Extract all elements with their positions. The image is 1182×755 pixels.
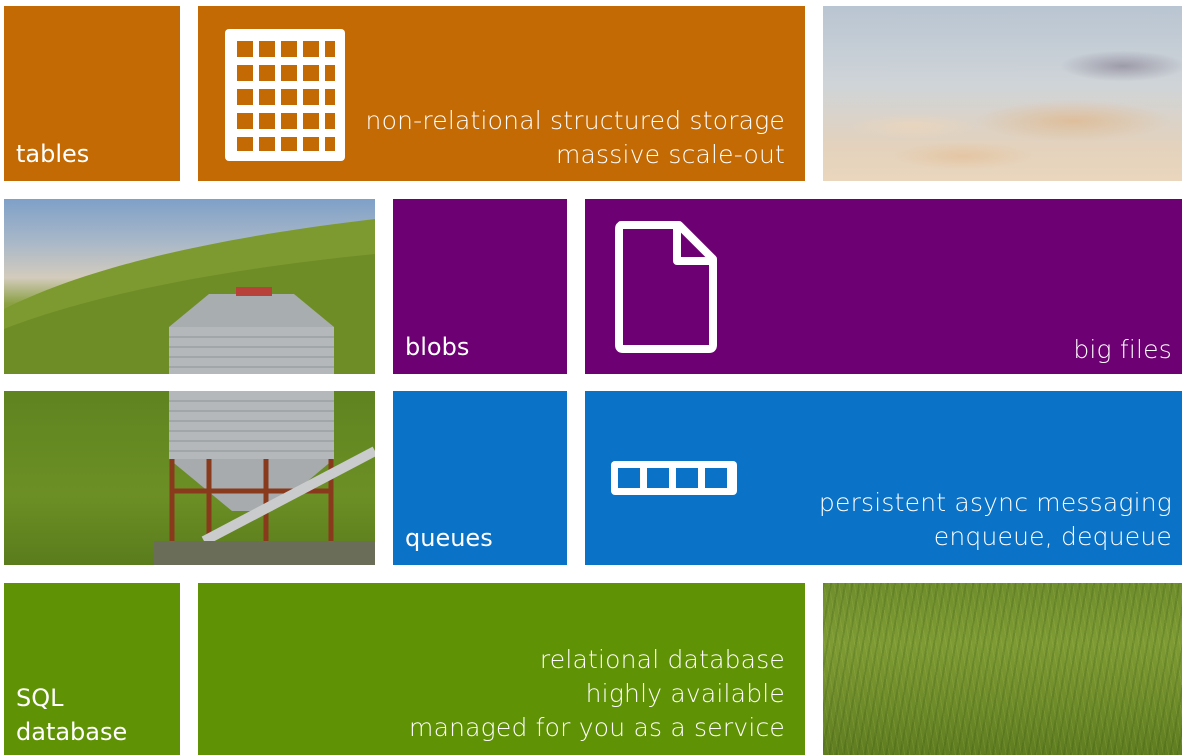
sql-desc-line-1: relational database <box>539 645 785 674</box>
queues-desc-line-2: enqueue, dequeue <box>933 522 1172 551</box>
blobs-label: blobs <box>405 333 470 361</box>
sql-label-line-2: database <box>16 718 128 746</box>
tables-label: tables <box>16 140 90 168</box>
queue-icon <box>609 459 739 501</box>
tables-description: non-relational structured storage massiv… <box>366 104 785 172</box>
sql-desc-line-2: highly available <box>585 679 785 708</box>
queues-label: queues <box>405 524 493 552</box>
sql-label-line-1: SQL <box>16 684 64 712</box>
sql-database-label: SQL database <box>16 681 127 749</box>
queues-desc-line-1: persistent async messaging <box>818 488 1172 517</box>
queues-tile[interactable]: queues <box>393 391 567 565</box>
tables-desc-line-2: massive scale-out <box>555 140 785 169</box>
table-grid-icon <box>222 26 348 168</box>
blobs-description: big files <box>1073 333 1172 367</box>
blobs-desc-line-1: big files <box>1073 335 1172 364</box>
sky-photo <box>823 6 1182 181</box>
silo-photo-top <box>4 199 375 374</box>
queues-detail-tile[interactable]: persistent async messaging enqueue, dequ… <box>585 391 1182 565</box>
file-icon <box>613 221 719 357</box>
grass-photo <box>823 583 1182 755</box>
queues-description: persistent async messaging enqueue, dequ… <box>819 486 1172 554</box>
tables-desc-line-1: non-relational structured storage <box>365 106 785 135</box>
sql-desc-line-3: managed for you as a service <box>409 713 785 742</box>
tables-detail-tile[interactable]: non-relational structured storage massiv… <box>198 6 805 181</box>
sql-detail-tile[interactable]: relational database highly available man… <box>198 583 805 755</box>
sql-description: relational database highly available man… <box>409 643 785 745</box>
sql-database-tile[interactable]: SQL database <box>4 583 180 755</box>
tables-tile[interactable]: tables <box>4 6 180 181</box>
blobs-detail-tile[interactable]: big files <box>585 199 1182 374</box>
blobs-tile[interactable]: blobs <box>393 199 567 374</box>
silo-photo-bottom <box>4 391 375 565</box>
